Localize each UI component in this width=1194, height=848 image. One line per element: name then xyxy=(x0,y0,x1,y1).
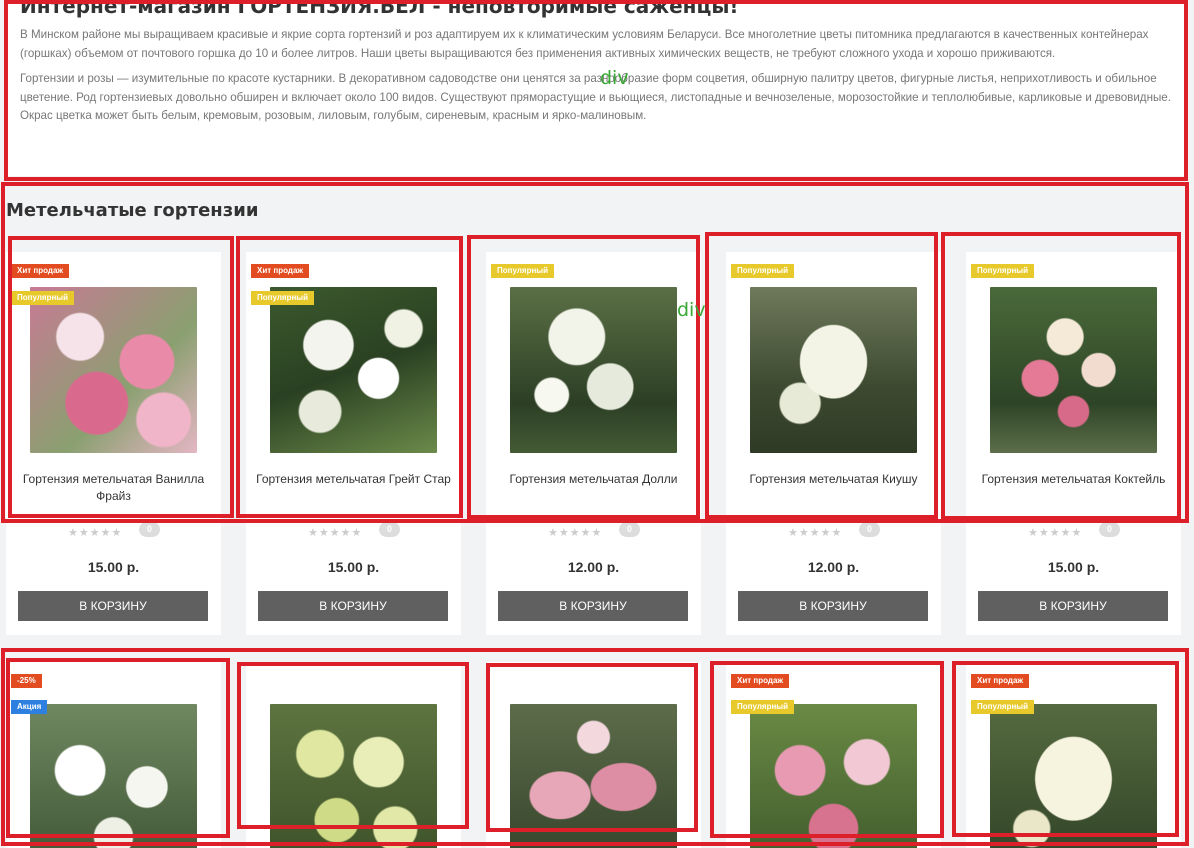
product-price: 15.00 р. xyxy=(87,559,140,575)
discount-badge: -25% xyxy=(11,674,42,688)
comment-count-icon[interactable]: 0 xyxy=(619,522,640,537)
popular-badge: Популярный xyxy=(731,264,795,278)
product-photo[interactable] xyxy=(510,287,677,453)
add-to-cart-button[interactable]: В КОРЗИНУ xyxy=(498,591,688,621)
product-photo[interactable] xyxy=(270,704,437,848)
intro-block: Интернет-магазин ГОРТЕНЗИЯ.БЕЛ - неповто… xyxy=(6,0,1186,176)
product-photo[interactable] xyxy=(270,287,437,453)
hit-badge: Хит продаж xyxy=(971,674,1030,688)
product-photo[interactable] xyxy=(30,704,197,848)
product-card[interactable]: Популярный Гортензия метельчатая Коктейл… xyxy=(966,252,1181,635)
product-card[interactable]: Хит продаж Популярный xyxy=(726,662,941,848)
hit-badge: Хит продаж xyxy=(251,264,310,278)
hit-badge: Хит продаж xyxy=(11,264,70,278)
product-card[interactable]: Хит продаж Популярный Гортензия метельча… xyxy=(6,252,221,635)
intro-paragraph-1: В Минском районе мы выращиваем красивые … xyxy=(20,28,1149,60)
section-title: Метельчатые гортензии xyxy=(6,200,259,221)
product-card[interactable]: Хит продаж Популярный Гортензия метельча… xyxy=(246,252,461,635)
product-price: 12.00 р. xyxy=(567,559,620,575)
rating-stars[interactable]: ★★★★★ xyxy=(68,526,122,539)
product-photo[interactable] xyxy=(990,704,1157,848)
rating-stars[interactable]: ★★★★★ xyxy=(788,526,842,539)
popular-badge: Популярный xyxy=(731,700,795,714)
popular-badge: Популярный xyxy=(11,291,75,305)
rating-stars[interactable]: ★★★★★ xyxy=(1028,526,1082,539)
annotation-label: div xyxy=(600,67,629,89)
product-name[interactable]: Гортензия метельчатая Киушу xyxy=(726,471,941,488)
add-to-cart-button[interactable]: В КОРЗИНУ xyxy=(258,591,448,621)
product-card[interactable]: Хит продаж Популярный xyxy=(966,662,1181,848)
annotation-label: div xyxy=(677,299,706,321)
add-to-cart-button[interactable]: В КОРЗИНУ xyxy=(738,591,928,621)
comment-count-icon[interactable]: 0 xyxy=(859,522,880,537)
product-card[interactable]: Популярный Гортензия метельчатая Киушу ★… xyxy=(726,252,941,635)
product-photo[interactable] xyxy=(510,704,677,848)
add-to-cart-button[interactable]: В КОРЗИНУ xyxy=(18,591,208,621)
popular-badge: Популярный xyxy=(971,264,1035,278)
rating-stars[interactable]: ★★★★★ xyxy=(548,526,602,539)
product-name[interactable]: Гортензия метельчатая Долли xyxy=(486,471,701,488)
product-card[interactable]: Популярный Гортензия метельчатая Долли ★… xyxy=(486,252,701,635)
product-photo[interactable] xyxy=(750,287,917,453)
action-badge: Акция xyxy=(11,700,48,714)
comment-count-icon[interactable]: 0 xyxy=(379,522,400,537)
product-card[interactable] xyxy=(486,662,701,848)
intro-paragraph-2: Гортензии и розы — изумительные по красо… xyxy=(20,72,1171,122)
product-price: 15.00 р. xyxy=(327,559,380,575)
product-card[interactable]: -25% Акция xyxy=(6,662,221,848)
hit-badge: Хит продаж xyxy=(731,674,790,688)
product-photo[interactable] xyxy=(750,704,917,848)
product-name[interactable]: Гортензия метельчатая Коктейль xyxy=(966,471,1181,488)
rating-stars[interactable]: ★★★★★ xyxy=(308,526,362,539)
comment-count-icon[interactable]: 0 xyxy=(1099,522,1120,537)
product-name[interactable]: Гортензия метельчатая Грейт Стар xyxy=(246,471,461,488)
comment-count-icon[interactable]: 0 xyxy=(139,522,160,537)
page-title: Интернет-магазин ГОРТЕНЗИЯ.БЕЛ - неповто… xyxy=(20,0,739,18)
popular-badge: Популярный xyxy=(491,264,555,278)
add-to-cart-button[interactable]: В КОРЗИНУ xyxy=(978,591,1168,621)
product-price: 15.00 р. xyxy=(1047,559,1100,575)
popular-badge: Популярный xyxy=(971,700,1035,714)
product-photo[interactable] xyxy=(990,287,1157,453)
popular-badge: Популярный xyxy=(251,291,315,305)
product-photo[interactable] xyxy=(30,287,197,453)
product-name[interactable]: Гортензия метельчатая Ванилла Фрайз xyxy=(6,471,221,505)
product-price: 12.00 р. xyxy=(807,559,860,575)
product-card[interactable] xyxy=(246,662,461,848)
